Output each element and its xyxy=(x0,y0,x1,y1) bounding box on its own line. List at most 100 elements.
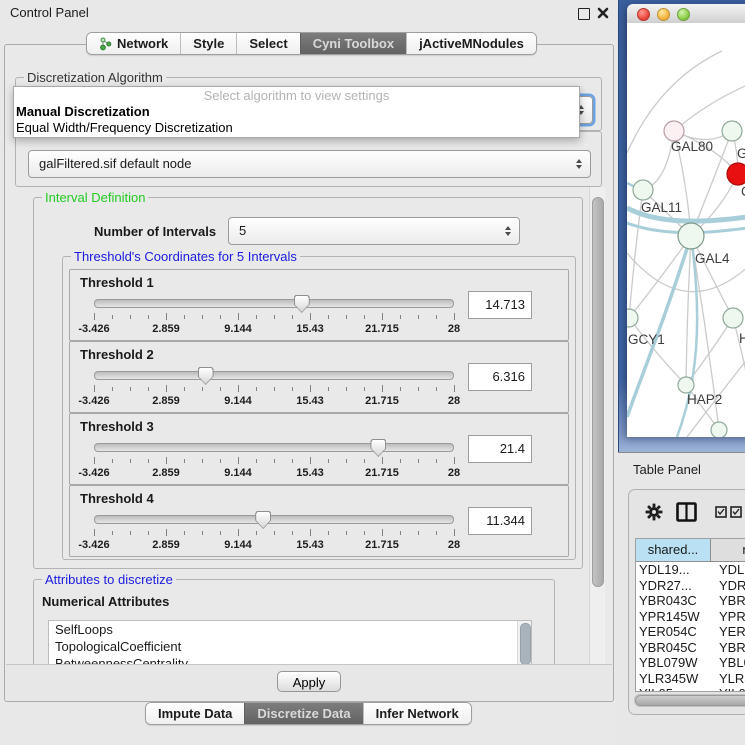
tab-infer-network[interactable]: Infer Network xyxy=(363,703,471,724)
number-of-intervals-combobox[interactable]: 5 xyxy=(228,217,520,245)
node-hap2[interactable] xyxy=(678,377,694,393)
tab-discretize-data[interactable]: Discretize Data xyxy=(244,703,362,724)
tick-label: 28 xyxy=(448,539,460,551)
threshold-slider[interactable]: -3.4262.8599.14415.4321.71528 xyxy=(94,512,454,552)
control-panel-tabs: Network Style Select Cyni Toolbox jActiv… xyxy=(86,32,537,55)
table-row[interactable]: YDL19...YDL1 xyxy=(636,562,745,578)
table-row[interactable]: YER054CYER0 xyxy=(636,624,745,640)
network-icon xyxy=(99,37,112,51)
algorithm-placeholder: Select algorithm to view settings xyxy=(14,87,579,104)
discretization-algorithm-group-label: Discretization Algorithm xyxy=(24,70,166,85)
zoom-window-icon[interactable] xyxy=(677,8,690,21)
table-row[interactable]: YPR145WYPR1 xyxy=(636,609,745,625)
algorithm-dropdown-popup: Select algorithm to view settings Manual… xyxy=(13,86,580,138)
slider-thumb-icon[interactable] xyxy=(294,295,310,313)
cyni-toolbox-panel: Discretization Algorithm Table Data galF… xyxy=(4,44,614,702)
table-row[interactable]: YIL05YIL0 xyxy=(636,686,745,692)
node-label: H xyxy=(739,331,745,346)
node-label: C xyxy=(741,184,745,199)
table-row[interactable]: YBR045CYBR0 xyxy=(636,640,745,656)
float-window-icon[interactable] xyxy=(578,8,590,20)
threshold-value-field[interactable]: 14.713 xyxy=(468,291,532,319)
tab-select[interactable]: Select xyxy=(236,33,299,54)
attributes-list-scrollbar[interactable] xyxy=(517,621,531,665)
tick-label: 21.715 xyxy=(365,395,399,407)
node-selected-red[interactable] xyxy=(727,163,745,185)
combo-arrows-icon xyxy=(505,226,511,236)
node-gal4[interactable] xyxy=(678,223,704,249)
algorithm-option-manual[interactable]: Manual Discretization xyxy=(14,104,579,120)
attribute-list-item[interactable]: SelfLoops xyxy=(49,621,531,638)
tab-cyni-toolbox[interactable]: Cyni Toolbox xyxy=(300,33,406,54)
tick-label: 28 xyxy=(448,323,460,335)
node-table[interactable]: shared... n YDL19...YDL1YDR27...YDR2YBR0… xyxy=(635,538,745,692)
network-view-window[interactable]: GAL80GCGAL11GAL4GCY1HHAP2 xyxy=(627,4,745,437)
tab-style[interactable]: Style xyxy=(180,33,236,54)
table-row[interactable]: YDR27...YDR2 xyxy=(636,578,745,594)
network-window-titlebar[interactable] xyxy=(627,4,745,24)
node-gcy1[interactable] xyxy=(627,309,638,327)
tick-label: 9.144 xyxy=(224,395,252,407)
threshold-value-field[interactable]: 11.344 xyxy=(468,507,532,535)
tick-label: -3.426 xyxy=(78,323,109,335)
tick-label: 15.43 xyxy=(296,539,324,551)
slider-thumb-icon[interactable] xyxy=(370,439,386,457)
close-icon[interactable] xyxy=(597,7,609,19)
apply-button[interactable]: Apply xyxy=(277,671,341,692)
settings-vertical-scrollbar[interactable] xyxy=(589,187,605,665)
network-canvas[interactable]: GAL80GCGAL11GAL4GCY1HHAP2 xyxy=(627,23,745,437)
node-bottom[interactable] xyxy=(711,422,727,437)
tick-label: 2.859 xyxy=(152,539,180,551)
column-header-name[interactable]: n xyxy=(711,539,745,561)
attribute-list-item[interactable]: TopologicalCoefficient xyxy=(49,638,531,655)
table-row[interactable]: YLR345WYLR3 xyxy=(636,671,745,687)
node-gal80[interactable] xyxy=(664,121,684,141)
gear-icon[interactable] xyxy=(645,503,663,521)
minimize-window-icon[interactable] xyxy=(657,8,670,21)
select-columns-icon[interactable] xyxy=(715,506,743,518)
column-header-shared-name[interactable]: shared... xyxy=(636,539,711,561)
combo-arrows-icon xyxy=(576,159,582,169)
node-label: HAP2 xyxy=(687,392,722,407)
threshold-slider[interactable]: -3.4262.8599.14415.4321.71528 xyxy=(94,440,454,480)
tab-jactivemnodules[interactable]: jActiveMNodules xyxy=(406,33,536,54)
threshold-value-field[interactable]: 6.316 xyxy=(468,363,532,391)
threshold-value-field[interactable]: 21.4 xyxy=(468,435,532,463)
split-columns-icon[interactable] xyxy=(676,502,697,522)
node-label: GAL11 xyxy=(641,200,682,215)
node-right[interactable] xyxy=(723,308,743,328)
table-data-group: Table Data galFiltered.sif default node xyxy=(15,131,602,187)
threshold-slider[interactable]: -3.4262.8599.14415.4321.71528 xyxy=(94,368,454,408)
tick-label: 28 xyxy=(448,395,460,407)
thresholds-group: Threshold's Coordinates for 5 Intervals … xyxy=(62,256,576,560)
tab-network[interactable]: Network xyxy=(87,33,180,54)
slider-thumb-icon[interactable] xyxy=(255,511,271,529)
table-row[interactable]: YBR043CYBR0 xyxy=(636,593,745,609)
tick-label: 21.715 xyxy=(365,539,399,551)
attribute-items-host: SelfLoopsTopologicalCoefficientBetweenne… xyxy=(49,621,531,665)
node-gal11[interactable] xyxy=(633,180,653,200)
node-table-rows: YDL19...YDL1YDR27...YDR2YBR043CYBR0YPR14… xyxy=(636,562,745,691)
tick-label: -3.426 xyxy=(78,539,109,551)
close-window-icon[interactable] xyxy=(637,8,650,21)
table-data-value: galFiltered.sif default node xyxy=(39,151,564,177)
table-row[interactable]: YBL079WYBL0 xyxy=(636,655,745,671)
tick-label: 21.715 xyxy=(365,467,399,479)
table-horizontal-scrollbar[interactable] xyxy=(634,694,745,707)
threshold-label: Threshold 2 xyxy=(80,347,154,362)
algorithm-option-equal-width[interactable]: Equal Width/Frequency Discretization xyxy=(14,120,579,136)
number-of-intervals-value: 5 xyxy=(239,218,493,244)
attributes-group: Attributes to discretize Numerical Attri… xyxy=(33,579,555,665)
tick-label: 15.43 xyxy=(296,467,324,479)
panel-title: Control Panel xyxy=(10,5,89,20)
threshold-slider[interactable]: -3.4262.8599.14415.4321.71528 xyxy=(94,296,454,336)
node-top-right[interactable] xyxy=(722,121,742,141)
numerical-attributes-list[interactable]: SelfLoopsTopologicalCoefficientBetweenne… xyxy=(48,620,532,665)
slider-thumb-icon[interactable] xyxy=(198,367,214,385)
interval-definition-group-label: Interval Definition xyxy=(42,190,148,205)
table-panel-inner: shared... n YDL19...YDL1YDR27...YDR2YBR0… xyxy=(628,489,745,715)
table-data-combobox[interactable]: galFiltered.sif default node xyxy=(28,150,591,178)
threshold-label: Threshold 1 xyxy=(80,275,154,290)
tab-impute-data[interactable]: Impute Data xyxy=(146,703,244,724)
cytoscape-desktop: GAL80GCGAL11GAL4GCY1HHAP2 xyxy=(618,0,745,452)
